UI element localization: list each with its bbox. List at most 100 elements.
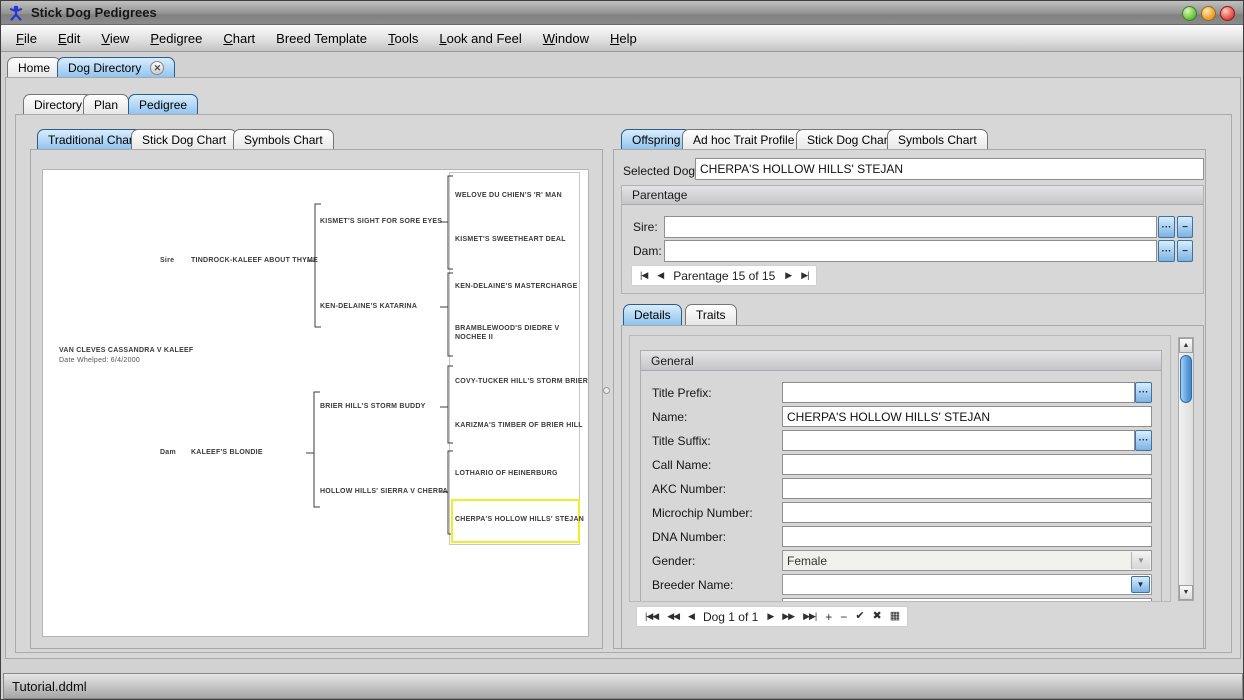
pedigree-node-grandparent[interactable]: KEN-DELAINE'S KATARINA (320, 303, 417, 312)
call-name-input[interactable] (782, 454, 1152, 475)
dog-nav-prev-icon[interactable]: ◀ (688, 612, 694, 621)
right-tab-offspring[interactable]: Offspring (621, 129, 691, 150)
right-tab-adhoc-trait-profile[interactable]: Ad hoc Trait Profile (682, 129, 805, 150)
right-tab-symbols-chart[interactable]: Symbols Chart (887, 129, 988, 150)
menu-item-look-and-feel[interactable]: Look and Feel (434, 29, 526, 48)
pedigree-node-great-grandparent[interactable]: COVY-TUCKER HILL'S STORM BRIER (455, 378, 588, 387)
dog-nav-next-icon[interactable]: ▶ (767, 612, 773, 621)
subtab-pedigree[interactable]: Pedigree (128, 94, 198, 115)
commit-record-icon[interactable]: ✔ (855, 611, 863, 622)
akc-number-label: AKC Number: (652, 482, 726, 496)
pedigree-node-grandparent[interactable]: KISMET'S SIGHT FOR SORE EYES (320, 218, 442, 227)
subtab-plan[interactable]: Plan (83, 94, 129, 115)
scroll-thumb[interactable] (1180, 355, 1192, 403)
close-window-button[interactable] (1220, 6, 1235, 21)
gender-dropdown-icon[interactable]: ▼ (1131, 552, 1150, 569)
splitter-handle[interactable] (603, 387, 610, 394)
sire-input[interactable] (664, 216, 1157, 238)
general-group-header: General (641, 351, 1161, 371)
scroll-down-icon[interactable]: ▼ (1179, 585, 1193, 600)
pedigree-node-great-grandparent[interactable]: WELOVE DU CHIEN'S 'R' MAN (455, 192, 562, 201)
menu-item-window[interactable]: Window (538, 29, 594, 48)
cancel-record-icon[interactable]: ✖ (873, 611, 881, 622)
akc-number-input[interactable] (782, 478, 1152, 499)
pedigree-node-great-grandparent[interactable]: LOTHARIO OF HEINERBURG (455, 470, 558, 479)
menu-item-chart[interactable]: Chart (218, 29, 260, 48)
sire-browse-icon[interactable]: ··· (1158, 216, 1175, 238)
sire-field-label: Sire: (633, 220, 658, 234)
dna-number-input[interactable] (782, 526, 1152, 547)
add-record-icon[interactable]: + (825, 611, 831, 623)
selected-dog-label: Selected Dog: (623, 164, 698, 178)
right-tab-symbols-label: Symbols Chart (898, 133, 977, 147)
parentage-nav: |◀ ◀ Parentage 15 of 15 ▶ ▶| (631, 265, 817, 286)
dog-nav-first-icon[interactable]: |◀◀ (645, 612, 658, 621)
pedigree-node-dam[interactable]: KALEEF'S BLONDIE (191, 449, 263, 458)
parentage-nav-first-icon[interactable]: |◀ (640, 271, 647, 280)
name-input[interactable] (782, 406, 1152, 427)
left-tab-stick-label: Stick Dog Chart (142, 133, 226, 147)
tab-home[interactable]: Home (7, 57, 61, 78)
detail-tab-details[interactable]: Details (623, 304, 682, 325)
general-title: General (651, 354, 694, 368)
window-title: Stick Dog Pedigrees (31, 5, 157, 20)
menu-item-breed-template[interactable]: Breed Template (271, 29, 372, 48)
detail-tab-traits-label: Traits (696, 308, 726, 322)
breeder-dropdown-icon[interactable]: ▼ (1131, 576, 1150, 593)
title-prefix-input[interactable] (782, 382, 1135, 403)
dna-number-label: DNA Number: (652, 530, 726, 544)
microchip-number-label: Microchip Number: (652, 506, 753, 520)
parentage-nav-prev-icon[interactable]: ◀ (657, 271, 663, 280)
dog-nav-next-page-icon[interactable]: ▶▶ (782, 612, 794, 621)
close-tab-icon[interactable]: ✕ (150, 61, 164, 75)
menu-item-view[interactable]: View (96, 29, 134, 48)
pedigree-node-root[interactable]: VAN CLEVES CASSANDRA V KALEEF (59, 347, 193, 356)
breeder-name-combo[interactable]: ▼ (782, 574, 1152, 595)
details-form-viewport: General Title Prefix: ··· Name: Title Su… (629, 335, 1171, 602)
grid-view-icon[interactable]: ▦ (890, 611, 899, 622)
parentage-nav-next-icon[interactable]: ▶ (785, 271, 791, 280)
pedigree-node-sire[interactable]: TINDROCK-KALEEF ABOUT THYME (191, 257, 318, 266)
sire-remove-icon[interactable]: − (1177, 216, 1193, 238)
pedigree-node-great-grandparent[interactable]: KISMET'S SWEETHEART DEAL (455, 236, 566, 245)
left-tab-symbols-chart[interactable]: Symbols Chart (233, 129, 334, 150)
title-prefix-browse-icon[interactable]: ··· (1135, 382, 1152, 403)
title-suffix-browse-icon[interactable]: ··· (1135, 430, 1152, 451)
dam-remove-icon[interactable]: − (1177, 240, 1193, 262)
pedigree-node-great-grandparent[interactable]: KARIZMA'S TIMBER OF BRIER HILL (455, 422, 583, 431)
left-tab-stick-dog-chart[interactable]: Stick Dog Chart (131, 129, 237, 150)
tab-dog-directory[interactable]: Dog Directory ✕ (57, 57, 175, 78)
parentage-nav-last-icon[interactable]: ▶| (801, 271, 808, 280)
gender-value: Female (787, 554, 827, 568)
menu-item-file[interactable]: File (11, 29, 42, 48)
selected-dog-input[interactable] (695, 158, 1204, 180)
dam-input[interactable] (664, 240, 1157, 262)
menu-item-pedigree[interactable]: Pedigree (145, 29, 207, 48)
menu-item-tools[interactable]: Tools (383, 29, 423, 48)
right-tab-stick-label: Stick Dog Chart (807, 133, 891, 147)
clipped-next-input[interactable] (782, 598, 1152, 602)
dog-nav-prev-page-icon[interactable]: ◀◀ (667, 612, 679, 621)
pedigree-node-grandparent[interactable]: HOLLOW HILLS' SIERRA V CHERPA (320, 488, 448, 497)
gender-combo[interactable]: Female ▼ (782, 550, 1152, 571)
minimize-button[interactable] (1182, 6, 1197, 21)
tab-home-label: Home (18, 61, 50, 75)
pedigree-node-great-grandparent[interactable]: BRAMBLEWOOD'S DIEDRE V NOCHEE II (455, 325, 567, 342)
title-suffix-input[interactable] (782, 430, 1135, 451)
dam-browse-icon[interactable]: ··· (1158, 240, 1175, 262)
menu-item-edit[interactable]: Edit (53, 29, 85, 48)
dog-nav-last-icon[interactable]: ▶▶| (803, 612, 816, 621)
pedigree-node-grandparent[interactable]: BRIER HILL'S STORM BUDDY (320, 403, 426, 412)
parentage-group: Parentage Sire: ··· − Dam: ··· − |◀ ◀ Pa… (621, 185, 1204, 294)
details-scrollbar[interactable]: ▲ ▼ (1178, 337, 1194, 601)
scroll-up-icon[interactable]: ▲ (1179, 338, 1193, 353)
pedigree-node-great-grandparent[interactable]: KEN-DELAINE'S MASTERCHARGE (455, 283, 578, 292)
detail-tab-traits[interactable]: Traits (685, 304, 737, 325)
delete-record-icon[interactable]: − (840, 611, 846, 623)
microchip-number-input[interactable] (782, 502, 1152, 523)
maximize-button[interactable] (1201, 6, 1216, 21)
pedigree-node-selected[interactable]: CHERPA'S HOLLOW HILLS' STEJAN (455, 516, 584, 525)
menu-item-help[interactable]: Help (605, 29, 642, 48)
parentage-nav-label: Parentage 15 of 15 (673, 269, 775, 283)
right-tab-adhoc-label: Ad hoc Trait Profile (693, 133, 794, 147)
